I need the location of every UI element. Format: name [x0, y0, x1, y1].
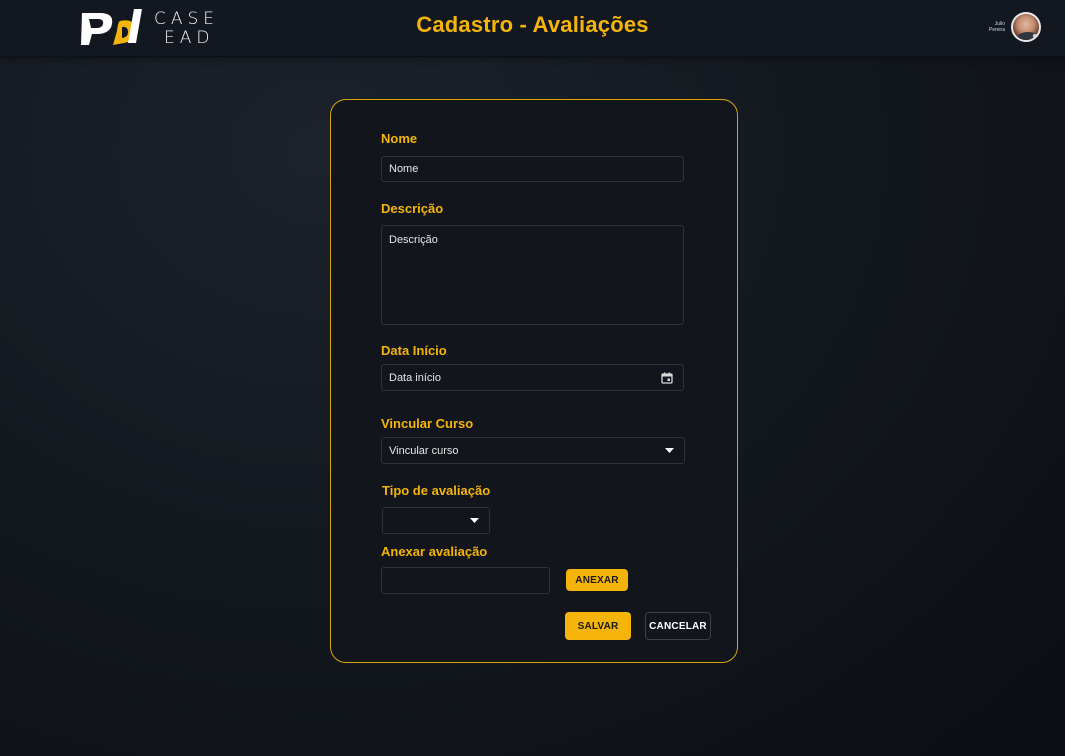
- page-title: Cadastro - Avaliações: [416, 12, 649, 37]
- caret-down-icon: [665, 447, 674, 453]
- tipo-avaliacao-label: Tipo de avaliação: [382, 483, 491, 498]
- nome-label: Nome: [381, 131, 418, 146]
- tipo-avaliacao-select[interactable]: [382, 507, 490, 534]
- anexar-file-input[interactable]: [381, 567, 550, 594]
- avatar[interactable]: [1011, 12, 1041, 42]
- data-inicio-placeholder: Data início: [389, 371, 441, 384]
- user-name: Julio Pereira: [985, 21, 1005, 33]
- anexar-label: Anexar avaliação: [381, 544, 488, 559]
- cancel-button[interactable]: CANCELAR: [645, 612, 711, 640]
- caret-down-icon: [470, 517, 479, 523]
- vincular-curso-value: Vincular curso: [389, 444, 459, 457]
- data-inicio-label: Data Início: [381, 343, 447, 358]
- save-button[interactable]: SALVAR: [565, 612, 631, 640]
- form-card: Nome Nome Descrição Descrição Data Iníci…: [330, 99, 738, 663]
- calendar-icon[interactable]: [661, 372, 673, 384]
- nome-input[interactable]: Nome: [381, 156, 684, 182]
- data-inicio-input[interactable]: Data início: [381, 364, 684, 391]
- anexar-button[interactable]: ANEXAR: [566, 569, 628, 591]
- nome-placeholder: Nome: [389, 163, 419, 175]
- descricao-placeholder: Descrição: [389, 234, 438, 246]
- user-menu[interactable]: Julio Pereira: [985, 12, 1041, 42]
- user-last-name: Pereira: [988, 27, 1005, 33]
- descricao-label: Descrição: [381, 201, 444, 216]
- descricao-textarea[interactable]: Descrição: [381, 225, 684, 325]
- vincular-curso-select[interactable]: Vincular curso: [381, 437, 685, 464]
- top-bar: CASE EAD Cadastro - Avaliações Julio Per…: [0, 0, 1065, 57]
- status-dot-icon: [1032, 33, 1038, 39]
- vincular-curso-label: Vincular Curso: [381, 416, 474, 431]
